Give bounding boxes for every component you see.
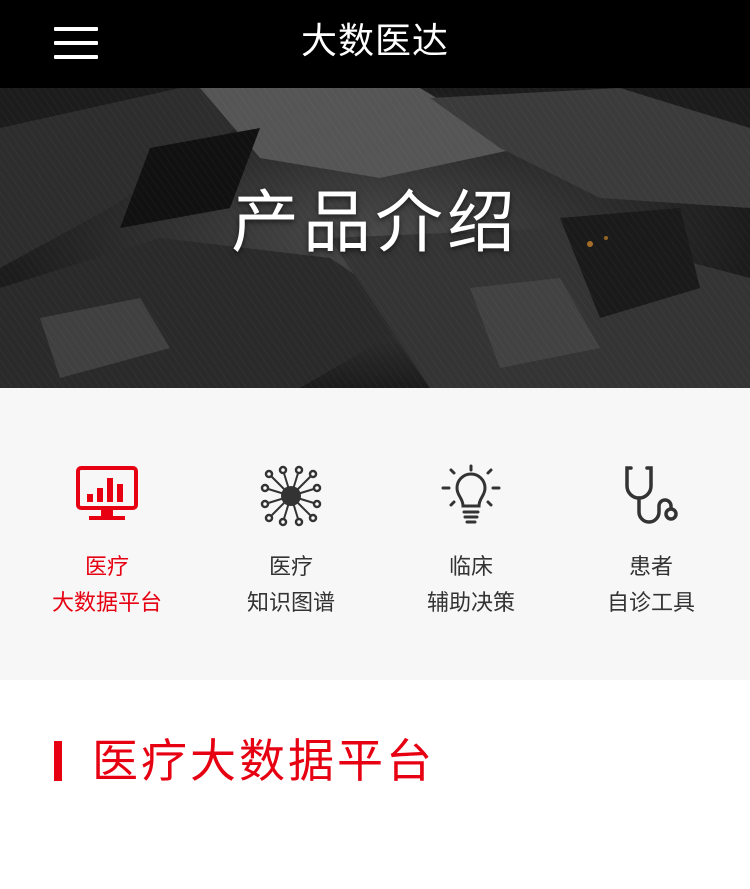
nav-item-clinical-decision[interactable]: 临床 辅助决策 bbox=[381, 464, 561, 622]
stethoscope-icon bbox=[625, 466, 678, 524]
app-title: 大数医达 bbox=[300, 21, 449, 62]
nav-item-line1: 患者 bbox=[628, 555, 673, 580]
nav-item-line1: 医疗 bbox=[84, 555, 129, 580]
monitor-bar-chart-icon bbox=[76, 466, 138, 520]
nav-item-line2: 自诊工具 bbox=[606, 591, 695, 616]
lightbulb-icon bbox=[441, 464, 501, 524]
nav-item-line1: 医疗 bbox=[268, 555, 313, 580]
nav-item-line2: 知识图谱 bbox=[246, 591, 335, 616]
top-bar: 大数医达 bbox=[0, 0, 750, 88]
knowledge-graph-icon bbox=[260, 465, 322, 527]
nav-item-knowledge-graph[interactable]: 医疗 知识图谱 bbox=[201, 464, 381, 622]
nav-item-big-data-platform[interactable]: 医疗 大数据平台 bbox=[17, 464, 197, 622]
section-accent-bar bbox=[54, 741, 62, 781]
product-nav: 医疗 大数据平台 医疗 知识图谱 临床 辅助决策 患者 自诊工具 bbox=[0, 388, 750, 680]
nav-item-self-diagnosis[interactable]: 患者 自诊工具 bbox=[561, 464, 741, 622]
hero-title: 产品介绍 bbox=[230, 184, 519, 263]
nav-item-line2: 辅助决策 bbox=[426, 591, 515, 616]
nav-item-line1: 临床 bbox=[448, 555, 493, 580]
nav-item-line2: 大数据平台 bbox=[51, 591, 162, 616]
section-big-data-platform: 医疗大数据平台 bbox=[0, 680, 750, 889]
hero-banner: 产品介绍 bbox=[0, 88, 750, 388]
section-title: 医疗大数据平台 bbox=[92, 734, 435, 788]
